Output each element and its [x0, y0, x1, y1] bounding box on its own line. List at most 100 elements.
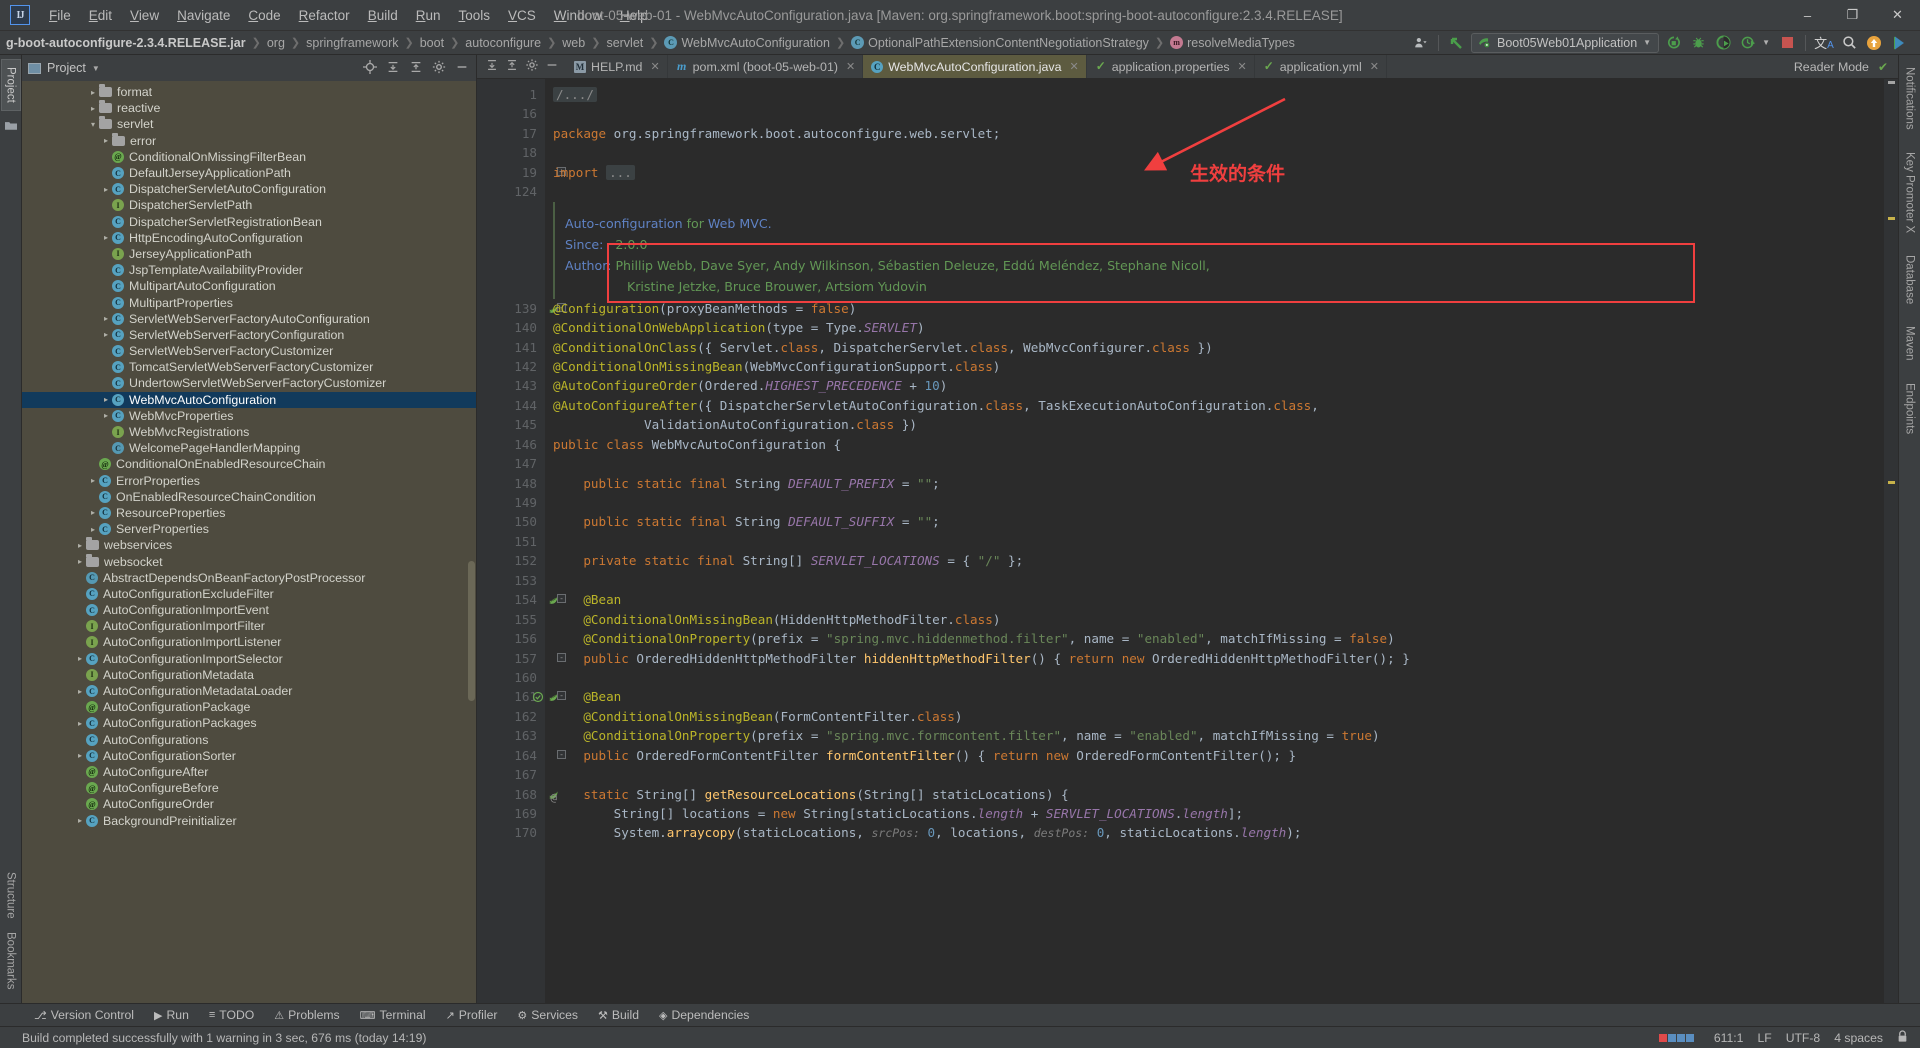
menu-item-view[interactable]: View [121, 5, 168, 26]
gutter-line[interactable]: 19+ [477, 163, 545, 182]
code-line[interactable]: private static final String[] SERVLET_LO… [545, 551, 1884, 570]
rail-tab-key-promoter[interactable]: Key Promoter X [1902, 146, 1918, 239]
chevron-right-icon[interactable] [87, 525, 99, 534]
breadcrumb-item-1[interactable]: org [265, 35, 287, 51]
tree-item[interactable]: CMultipartProperties [22, 294, 476, 310]
collapse-all-editor-icon[interactable] [503, 58, 520, 75]
gutter-line[interactable]: 146 [477, 435, 545, 454]
code-line[interactable]: @ConditionalOnMissingBean(WebMvcConfigur… [545, 357, 1884, 376]
gutter-line[interactable]: 124 [477, 182, 545, 201]
code-editor[interactable]: 116171819+124139-14014114214314414514614… [477, 79, 1898, 1003]
gutter-line[interactable]: 140 [477, 318, 545, 337]
search-everywhere-icon[interactable] [1838, 33, 1860, 53]
gutter-line[interactable]: 151 [477, 532, 545, 551]
chevron-right-icon[interactable] [87, 88, 99, 97]
tree-item[interactable]: CAutoConfigurationImportEvent [22, 602, 476, 618]
tree-item[interactable]: @ConditionalOnMissingFilterBean [22, 149, 476, 165]
indent-setting[interactable]: 4 spaces [1834, 1031, 1883, 1045]
breadcrumb-item-6[interactable]: servlet [604, 35, 645, 51]
gutter-line[interactable]: 154- [477, 590, 545, 609]
run-configuration-selector[interactable]: Boot05Web01Application ▼ [1471, 33, 1659, 53]
breadcrumb-item-3[interactable]: boot [418, 35, 446, 51]
tree-item[interactable]: websocket [22, 553, 476, 569]
editor-gutter[interactable]: 116171819+124139-14014114214314414514614… [477, 79, 545, 1003]
breadcrumb-item-0[interactable]: g-boot-autoconfigure-2.3.4.RELEASE.jar [4, 35, 248, 51]
chevron-right-icon[interactable] [74, 816, 86, 825]
collapse-all-icon[interactable] [408, 60, 424, 77]
settings-gear-icon[interactable] [431, 60, 447, 77]
gutter-line[interactable]: 18 [477, 143, 545, 162]
breadcrumb-item-2[interactable]: springframework [304, 35, 400, 51]
menu-item-help[interactable]: Help [611, 5, 657, 26]
tree-item[interactable]: CTomcatServletWebServerFactoryCustomizer [22, 359, 476, 375]
code-line[interactable]: @AutoConfigureOrder(Ordered.HIGHEST_PREC… [545, 376, 1884, 395]
code-line[interactable] [545, 493, 1884, 512]
editor-tab-1[interactable]: mpom.xml (boot-05-web-01)✕ [668, 55, 864, 78]
run-icon[interactable] [1662, 33, 1684, 53]
gutter-line[interactable]: 149 [477, 493, 545, 512]
tool-window-services[interactable]: ⚙Services [507, 1006, 588, 1024]
chevron-right-icon[interactable] [87, 476, 99, 485]
rail-tab-database[interactable]: Database [1902, 249, 1918, 310]
code-line[interactable] [545, 532, 1884, 551]
debug-icon[interactable] [1687, 33, 1709, 53]
tree-item[interactable]: CUndertowServletWebServerFactoryCustomiz… [22, 375, 476, 391]
close-tab-icon[interactable]: ✕ [1370, 60, 1379, 73]
chevron-right-icon[interactable] [87, 508, 99, 517]
chevron-right-icon[interactable] [100, 411, 112, 420]
gutter-line[interactable]: 150 [477, 512, 545, 531]
gutter-line[interactable]: 163 [477, 726, 545, 745]
tree-item[interactable]: CAutoConfigurationImportSelector [22, 651, 476, 667]
code-line[interactable]: @ConditionalOnClass({ Servlet.class, Dis… [545, 338, 1884, 357]
lock-icon[interactable] [1897, 1030, 1908, 1046]
gutter-line[interactable]: 17 [477, 124, 545, 143]
gutter-line[interactable]: 168@ [477, 785, 545, 804]
reader-mode-label[interactable]: Reader Mode [1794, 60, 1869, 74]
code-line[interactable]: public static final String DEFAULT_PREFI… [545, 474, 1884, 493]
chevron-right-icon[interactable] [74, 687, 86, 696]
gutter-line[interactable]: 161- [477, 687, 545, 706]
profiler-icon[interactable] [1737, 33, 1759, 53]
tree-item[interactable]: @ConditionalOnEnabledResourceChain [22, 456, 476, 472]
folder-icon[interactable] [5, 120, 17, 134]
editor-tab-3[interactable]: ✓application.properties✕ [1087, 55, 1255, 78]
code-line[interactable]: @ConditionalOnWebApplication(type = Type… [545, 318, 1884, 337]
tree-item[interactable]: CResourceProperties [22, 505, 476, 521]
code-line[interactable]: public class WebMvcAutoConfiguration { [545, 435, 1884, 454]
locate-file-icon[interactable] [362, 60, 378, 77]
rail-tab-endpoints[interactable]: Endpoints [1902, 377, 1918, 440]
code-line[interactable]: @ConditionalOnMissingBean(HiddenHttpMeth… [545, 610, 1884, 629]
tree-item[interactable]: format [22, 84, 476, 100]
editor-settings-gear-icon[interactable] [523, 58, 540, 75]
breadcrumb-item-8[interactable]: COptionalPathExtensionContentNegotiation… [849, 35, 1151, 51]
editor-tab-4[interactable]: ✓application.yml✕ [1255, 55, 1387, 78]
expand-all-editor-icon[interactable] [483, 58, 500, 75]
chevron-right-icon[interactable] [100, 314, 112, 323]
code-line[interactable]: String[] locations = new String[staticLo… [545, 804, 1884, 823]
tree-item[interactable]: @AutoConfigurationPackage [22, 699, 476, 715]
tree-item[interactable]: IJerseyApplicationPath [22, 246, 476, 262]
tool-window-todo[interactable]: ≡TODO [199, 1006, 264, 1024]
tree-item[interactable]: reactive [22, 100, 476, 116]
line-separator[interactable]: LF [1757, 1031, 1771, 1045]
run-with-coverage-icon[interactable] [1712, 33, 1734, 53]
back-arrow-icon[interactable] [1446, 33, 1468, 53]
chevron-right-icon[interactable] [74, 541, 86, 550]
tree-item[interactable]: IAutoConfigurationImportListener [22, 634, 476, 650]
close-tab-icon[interactable]: ✕ [1238, 60, 1247, 73]
tree-item[interactable]: IDispatcherServletPath [22, 197, 476, 213]
tree-item[interactable]: CWebMvcAutoConfiguration [22, 392, 476, 408]
gutter-line[interactable]: 156 [477, 629, 545, 648]
gutter-line[interactable]: 139- [477, 299, 545, 318]
gutter-line[interactable]: 160 [477, 668, 545, 687]
translate-icon[interactable]: 文A [1813, 33, 1835, 53]
inspection-ok-icon[interactable]: ✔ [1878, 60, 1888, 74]
user-avatar-icon[interactable] [1409, 33, 1431, 53]
code-line[interactable]: @Bean [545, 687, 1884, 706]
chevron-right-icon[interactable] [100, 185, 112, 194]
tool-window-profiler[interactable]: ↗Profiler [436, 1006, 508, 1024]
code-line[interactable]: System.arraycopy(staticLocations, srcPos… [545, 823, 1884, 842]
gutter-line[interactable]: 142 [477, 357, 545, 376]
tree-item[interactable]: CWelcomePageHandlerMapping [22, 440, 476, 456]
tree-item[interactable]: CAutoConfigurationExcludeFilter [22, 586, 476, 602]
